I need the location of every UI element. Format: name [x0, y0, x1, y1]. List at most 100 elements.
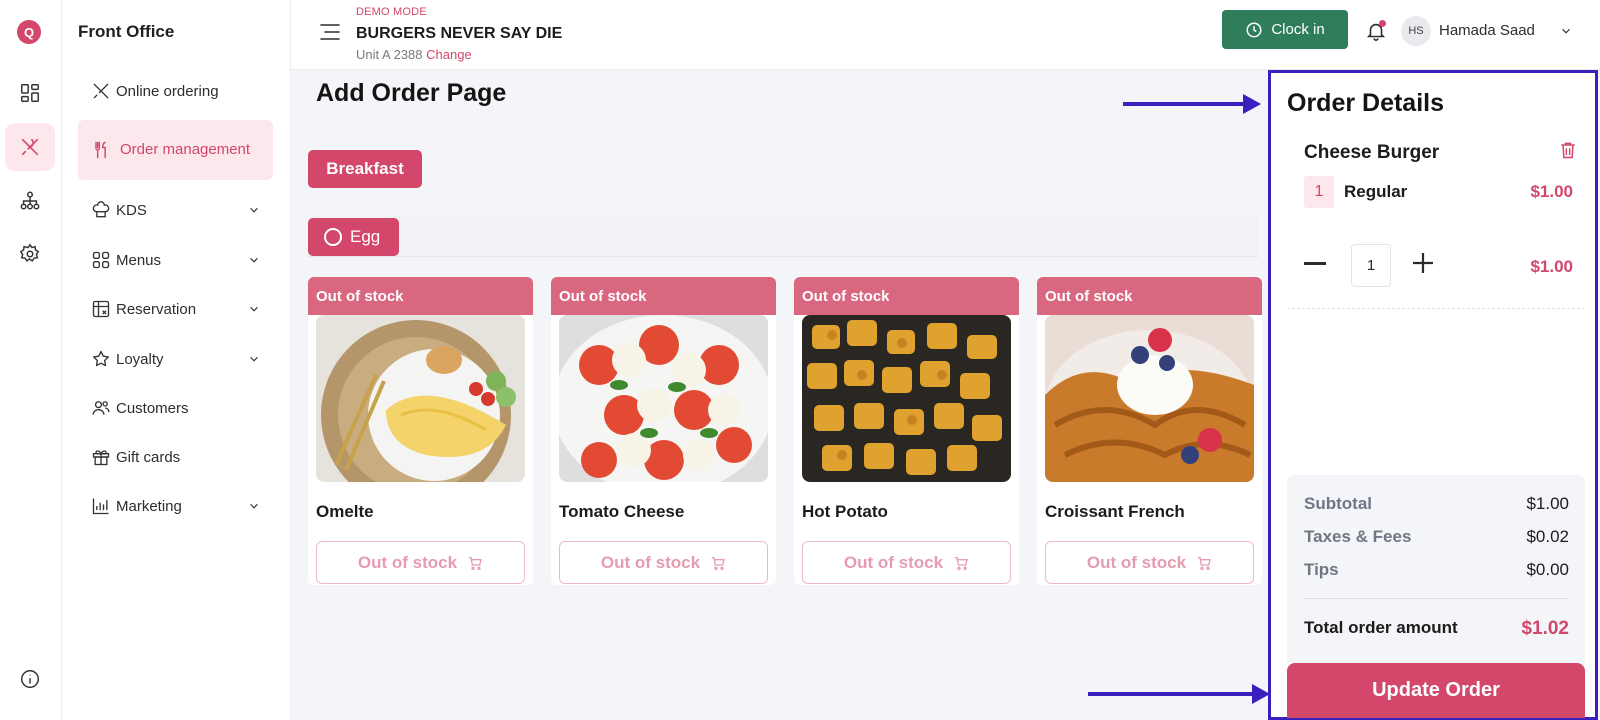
- settings-rail-button[interactable]: [5, 230, 55, 278]
- item-quantity-badge: 1: [1304, 176, 1334, 208]
- chef-hat-icon: [90, 199, 112, 221]
- product-card[interactable]: Out of stock Tomato Cheese Out of stock: [551, 277, 776, 585]
- out-of-stock-button: Out of stock: [559, 541, 768, 584]
- chevron-down-icon[interactable]: [1559, 24, 1573, 38]
- divider: [1304, 598, 1569, 599]
- chevron-down-icon[interactable]: [247, 302, 261, 316]
- annotation-arrow-icon: [1088, 684, 1270, 704]
- taxes-value: $0.02: [1526, 527, 1569, 546]
- roasted-potato-photo: [802, 315, 1011, 482]
- product-card[interactable]: Out of stock Croissant French Out of sto…: [1037, 277, 1262, 585]
- chevron-down-icon[interactable]: [247, 352, 261, 366]
- out-of-stock-badge: Out of stock: [308, 277, 533, 315]
- subtotal-row: Subtotal $1.00: [1304, 494, 1569, 514]
- category-button-breakfast[interactable]: Breakfast: [308, 150, 422, 188]
- clock-in-button[interactable]: Clock in: [1222, 10, 1348, 49]
- sidebar-item-label: Menus: [116, 251, 162, 269]
- sidebar-item-gift-cards[interactable]: Gift cards: [78, 442, 273, 472]
- notification-dot: [1379, 20, 1386, 27]
- product-name: Hot Potato: [802, 502, 888, 521]
- sidebar-item-marketing[interactable]: Marketing: [78, 491, 273, 521]
- sidebar-item-label: Loyalty: [116, 350, 164, 368]
- tips-label: Tips: [1304, 560, 1339, 579]
- decrease-quantity-button[interactable]: [1304, 262, 1326, 265]
- variant-name: Regular: [1344, 182, 1408, 201]
- grid-icon: [90, 249, 112, 271]
- taxes-label: Taxes & Fees: [1304, 527, 1412, 546]
- button-label: Out of stock: [1086, 552, 1187, 572]
- tips-value: $0.00: [1526, 560, 1569, 579]
- change-unit-link[interactable]: Change: [426, 47, 472, 62]
- front-office-rail-button[interactable]: [5, 123, 55, 171]
- hamburger-menu-icon[interactable]: [319, 22, 341, 42]
- total-label: Total order amount: [1304, 618, 1458, 637]
- sidebar-item-label: KDS: [116, 201, 147, 219]
- line-total: $1.00: [1530, 257, 1573, 276]
- annotation-arrow-icon: [1123, 94, 1261, 114]
- demo-mode-label: DEMO MODE: [356, 6, 427, 18]
- subcategory-bar: [308, 216, 1258, 257]
- star-icon: [90, 348, 112, 370]
- caprese-photo: [559, 315, 768, 482]
- info-icon: [21, 670, 39, 688]
- omelette-photo: [316, 315, 525, 482]
- chevron-down-icon[interactable]: [247, 499, 261, 513]
- icon-rail: Q: [0, 0, 62, 720]
- sidebar-item-reservation[interactable]: Reservation: [78, 294, 273, 324]
- utensils-icon: [90, 139, 112, 161]
- total-row: Total order amount $1.02: [1304, 618, 1569, 640]
- product-name: Croissant French: [1045, 502, 1185, 521]
- sidebar-title: Front Office: [78, 22, 175, 41]
- out-of-stock-badge: Out of stock: [1037, 277, 1262, 315]
- calendar-icon: [90, 298, 112, 320]
- order-details-title: Order Details: [1287, 89, 1445, 117]
- sidebar-item-label: Gift cards: [116, 448, 181, 466]
- update-order-button[interactable]: Update Order: [1287, 663, 1585, 718]
- cart-icon: [955, 556, 968, 570]
- croissant-photo: [1045, 315, 1254, 482]
- sidebar: Front Office Online ordering Order manag…: [62, 0, 291, 720]
- product-card[interactable]: Out of stock Hot Potato Out of stock: [794, 277, 1019, 585]
- sidebar-item-label: Order management: [120, 141, 251, 158]
- gift-icon: [90, 446, 112, 468]
- chevron-down-icon[interactable]: [247, 203, 261, 217]
- info-rail-button[interactable]: [5, 655, 55, 703]
- sidebar-item-customers[interactable]: Customers: [78, 393, 273, 423]
- out-of-stock-badge: Out of stock: [794, 277, 1019, 315]
- dashboard-rail-button[interactable]: [5, 69, 55, 117]
- unit-line: Unit A 2388 Change: [356, 47, 472, 62]
- order-item-name: Cheese Burger: [1304, 142, 1440, 163]
- subtotal-label: Subtotal: [1304, 494, 1372, 513]
- sidebar-item-order-management[interactable]: Order management: [78, 120, 273, 180]
- cart-icon: [469, 556, 482, 570]
- cart-icon: [1198, 556, 1211, 570]
- dashboard-icon: [21, 84, 39, 102]
- gear-icon: [19, 243, 40, 262]
- org-rail-button[interactable]: [5, 177, 55, 225]
- increase-quantity-button[interactable]: [1412, 252, 1434, 274]
- clock-icon: [1246, 22, 1262, 37]
- product-card[interactable]: Out of stock Omelte Out of stock: [308, 277, 533, 585]
- sidebar-item-menus[interactable]: Menus: [78, 245, 273, 275]
- sidebar-item-online-ordering[interactable]: Online ordering: [78, 76, 273, 106]
- button-label: Out of stock: [843, 552, 944, 572]
- chevron-down-icon[interactable]: [247, 253, 261, 267]
- sidebar-item-kds[interactable]: KDS: [78, 195, 273, 225]
- product-name: Omelte: [316, 502, 374, 521]
- trash-icon[interactable]: [1558, 139, 1578, 161]
- quantity-stepper[interactable]: 1: [1351, 244, 1391, 287]
- subcategory-button-egg[interactable]: Egg: [308, 218, 399, 256]
- user-name[interactable]: Hamada Saad: [1439, 22, 1535, 39]
- out-of-stock-button: Out of stock: [316, 541, 525, 584]
- sidebar-item-loyalty[interactable]: Loyalty: [78, 344, 273, 374]
- sidebar-item-label: Online ordering: [116, 82, 219, 100]
- sidebar-item-label: Customers: [116, 399, 189, 417]
- radio-circle-icon: [324, 228, 342, 246]
- divider: [1287, 308, 1585, 309]
- avatar[interactable]: HS: [1401, 16, 1431, 46]
- clock-in-label: Clock in: [1271, 21, 1325, 38]
- out-of-stock-button: Out of stock: [1045, 541, 1254, 584]
- users-icon: [90, 397, 112, 419]
- app-logo[interactable]: Q: [17, 20, 41, 44]
- subcategory-label: Egg: [350, 227, 381, 246]
